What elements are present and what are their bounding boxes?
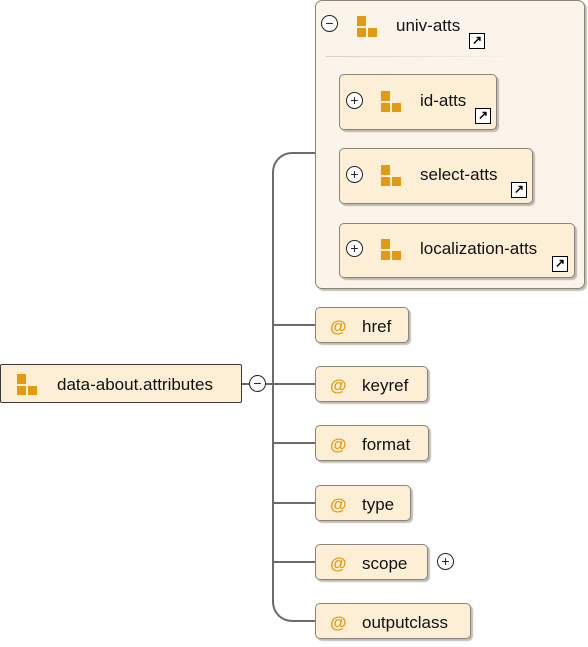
expand-icon: + [350,92,359,108]
attribute-label: keyref [362,376,409,395]
attribute-icon: @ [330,495,347,514]
root-collapse-toggle[interactable]: − [249,375,266,392]
attribute-label: format [362,435,411,454]
expand-icon: + [350,240,359,256]
expand-toggle[interactable]: + [346,92,363,109]
expand-icon: + [350,166,359,182]
group-child-id-atts[interactable]: + id-atts ↗ [339,74,497,130]
child-label: id-atts [420,91,467,110]
attribute-keyref[interactable]: @ keyref [315,366,428,402]
attribute-format[interactable]: @ format [315,425,429,461]
trunk-line [272,180,274,604]
attribute-icon: @ [330,317,347,336]
attribute-type[interactable]: @ type [315,485,411,521]
root-label: data-about.attributes [57,375,213,394]
collapse-icon: − [253,375,262,391]
attribute-group-icon [357,16,377,37]
attribute-icon: @ [330,435,347,454]
univ-atts-group[interactable]: − univ-atts ↗ + id-atts ↗ + select-atts … [315,0,585,289]
attribute-href[interactable]: @ href [315,307,409,343]
expand-toggle[interactable]: + [346,166,363,183]
attribute-label: href [362,317,392,336]
group-label: univ-atts [396,16,461,35]
attribute-icon: @ [330,613,347,632]
attribute-group-icon [17,374,37,395]
attribute-group-icon [381,91,401,112]
attribute-scope[interactable]: @ scope [315,544,428,580]
branch-href [272,324,316,326]
group-divider [326,56,526,57]
branch-format [272,442,316,444]
attribute-icon: @ [330,376,347,395]
attribute-group-icon [381,165,401,186]
expand-icon: + [441,553,450,569]
attribute-label: type [362,495,395,514]
external-link-icon[interactable]: ↗ [552,256,568,272]
group-child-localization-atts[interactable]: + localization-atts ↗ [339,223,575,278]
external-link-icon[interactable]: ↗ [475,108,491,124]
group-collapse-toggle[interactable]: − [321,15,338,32]
attribute-label: scope [362,554,408,573]
scope-expand-toggle[interactable]: + [437,553,454,570]
branch-scope [272,561,316,563]
branch-type [272,502,316,504]
branch-keyref [272,383,316,385]
collapse-icon: − [325,15,334,31]
attribute-group-icon [381,239,401,260]
group-child-select-atts[interactable]: + select-atts ↗ [339,148,533,204]
expand-toggle[interactable]: + [346,240,363,257]
trunk-line-top-curve [272,152,316,182]
external-link-icon[interactable]: ↗ [469,33,485,49]
attribute-label: outputclass [362,613,448,632]
trunk-line-bottom-curve [272,596,316,622]
attribute-outputclass[interactable]: @ outputclass [315,603,471,639]
root-node[interactable]: data-about.attributes [0,364,242,403]
attribute-icon: @ [330,554,347,573]
external-link-icon[interactable]: ↗ [511,182,527,198]
child-label: localization-atts [420,239,538,258]
child-label: select-atts [420,165,498,184]
